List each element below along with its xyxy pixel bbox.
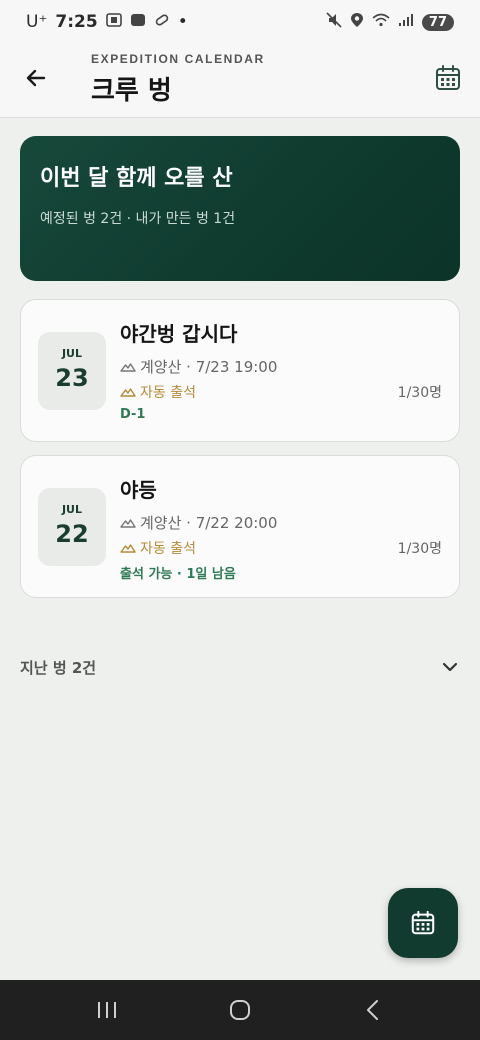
mute-icon: [326, 12, 342, 32]
battery-indicator: 77: [421, 13, 454, 31]
summary-title: 이번 달 함께 오를 산: [40, 166, 233, 191]
participant-count: 1/30명: [397, 541, 442, 557]
participant-count: 1/30명: [397, 385, 442, 401]
event-card[interactable]: JUL 23 야간벙 갑시다 계양산 · 7/23 19:00 자동 출석 1/…: [20, 299, 460, 442]
chevron-down-icon: [442, 662, 458, 672]
recents-button[interactable]: [87, 990, 127, 1030]
back-nav-button[interactable]: [353, 990, 393, 1030]
recents-icon: [97, 1002, 116, 1018]
event-status-tag: D-1: [120, 407, 146, 422]
arrow-left-icon: [26, 69, 46, 87]
summary-text: 예정된 벙 2건 · 내가 만든 벙 1건: [40, 211, 236, 227]
auto-attendance-label: 자동 출석: [140, 385, 196, 401]
mountain-icon: [120, 544, 136, 553]
header-subtitle: EXPEDITION CALENDAR: [91, 52, 265, 66]
pill-icon: [154, 13, 170, 31]
event-title: 야간벙 갑시다: [120, 322, 238, 346]
app-badge-icon: [130, 13, 146, 31]
event-month: JUL: [61, 347, 83, 360]
mountain-icon: [120, 388, 136, 397]
page-title: 크루 벙: [91, 76, 172, 106]
status-bar: U⁺ 7:25 • 77: [0, 0, 480, 44]
auto-attendance: 자동 출석: [120, 382, 196, 402]
calendar-icon: [436, 65, 460, 90]
home-button[interactable]: [220, 990, 260, 1030]
home-icon: [229, 1000, 250, 1020]
screenshot-icon: [105, 13, 122, 31]
calendar-icon: [411, 910, 435, 935]
wifi-icon: [372, 13, 390, 31]
event-date-badge: JUL 23: [38, 332, 106, 410]
calendar-button[interactable]: [434, 64, 462, 92]
mountain-icon: [120, 362, 136, 372]
event-card[interactable]: JUL 22 야등 계양산 · 7/22 20:00 자동 출석 1/30명 출…: [20, 455, 460, 598]
signal-icon: [398, 13, 414, 31]
past-events-toggle[interactable]: 지난 벙 2건: [20, 652, 460, 682]
past-events-label: 지난 벙 2건: [20, 658, 97, 677]
clock: 7:25: [55, 12, 98, 32]
mountain-icon: [120, 518, 136, 528]
location-icon: [350, 12, 364, 32]
auto-attendance: 자동 출석: [120, 538, 196, 558]
event-meta: 계양산 · 7/23 19:00: [120, 356, 277, 377]
event-title: 야등: [120, 478, 157, 502]
back-button[interactable]: [20, 62, 52, 94]
app-header: EXPEDITION CALENDAR 크루 벙: [0, 44, 480, 118]
monthly-summary-card: 이번 달 함께 오를 산 예정된 벙 2건 · 내가 만든 벙 1건: [20, 136, 460, 281]
chevron-left-icon: [367, 1000, 379, 1020]
event-location-time: 계양산 · 7/23 19:00: [140, 358, 278, 376]
notification-dot: •: [177, 12, 188, 32]
event-meta: 계양산 · 7/22 20:00: [120, 512, 277, 533]
event-status-tag: 출석 가능 · 1일 남음: [120, 567, 236, 582]
calendar-fab[interactable]: [388, 888, 458, 958]
event-location-time: 계양산 · 7/22 20:00: [140, 514, 278, 532]
event-date-badge: JUL 22: [38, 488, 106, 566]
event-day: 22: [55, 520, 89, 548]
system-nav-bar: [0, 980, 480, 1040]
event-day: 23: [55, 364, 89, 392]
carrier-label: U⁺: [26, 12, 48, 32]
event-month: JUL: [61, 503, 83, 516]
auto-attendance-label: 자동 출석: [140, 541, 196, 557]
